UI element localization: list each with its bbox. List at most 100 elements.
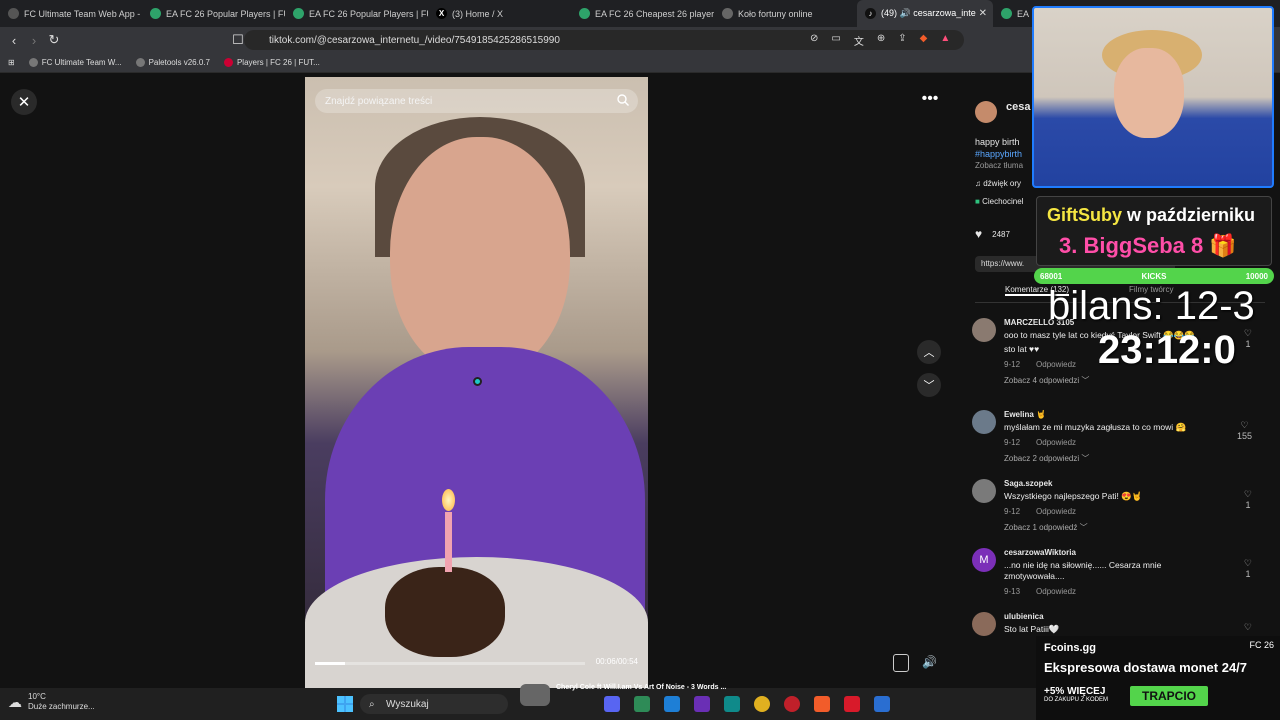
post-caption: happy birth #happybirth Zobacz tłuma ♫ d…	[975, 136, 1023, 208]
reply-button[interactable]: Odpowiedz	[1036, 507, 1076, 516]
comment-date: 9-12	[1004, 438, 1021, 447]
author-block[interactable]: cesa	[975, 101, 1030, 126]
view-replies-button[interactable]: Zobacz 4 odpowiedzi ﹀	[1004, 375, 1262, 386]
comment-like-button[interactable]: ♡ 1	[1244, 489, 1252, 510]
comment-like-count: 1	[1245, 339, 1251, 349]
chrome-icon[interactable]	[754, 696, 770, 712]
comment-like-button[interactable]: ♡ 1	[1244, 328, 1252, 349]
bookmark-players[interactable]: Players | FC 26 | FUT...	[223, 58, 320, 67]
opera-icon[interactable]	[784, 696, 800, 712]
ad-headline: Ekspresowa dostawa monet 24/7	[1044, 660, 1248, 675]
tab-close-icon[interactable]: ✕	[979, 8, 987, 19]
tab-kolo-fortuny[interactable]: Koło fortuny online	[714, 0, 857, 27]
music-note-icon: ♫	[975, 179, 984, 188]
view-replies-label: Zobacz 2 odpowiedzi	[1004, 454, 1080, 463]
tiktok-icon: ♪	[865, 8, 876, 19]
location-row[interactable]: ■ Ciechocinel	[975, 196, 1023, 208]
next-video-button[interactable]: ﹀	[917, 373, 941, 397]
vivaldi-icon[interactable]	[844, 696, 860, 712]
sound-row[interactable]: ♫ dźwięk ory	[975, 178, 1023, 190]
apps-icon[interactable]: ⊞	[8, 58, 15, 67]
photos-icon[interactable]	[874, 696, 890, 712]
now-playing-widget[interactable]: Cheryl Cole ft Will.I.am Vs Art Of Noise…	[520, 680, 740, 710]
volume-icon[interactable]: 🔊	[922, 655, 937, 669]
forward-icon[interactable]: ›	[24, 33, 44, 48]
caption-hashtag[interactable]: #happybirth	[975, 148, 1023, 160]
comment-item: ulubienica Sto lat Patiii🤍 ♡	[972, 612, 1262, 636]
tab-ea-popular-1[interactable]: EA FC 26 Popular Players | FUT	[142, 0, 285, 27]
comment-like-button[interactable]: ♡ 155	[1237, 420, 1252, 441]
tab-fc-web-app[interactable]: FC Ultimate Team Web App - E	[0, 0, 142, 27]
comment-item: Ewelina 🤘 myślałam ze mi muzyka zagłusza…	[972, 410, 1262, 464]
brave-icon[interactable]	[814, 696, 830, 712]
author-avatar[interactable]	[975, 101, 997, 123]
zoom-icon[interactable]: ⊕	[877, 33, 885, 48]
close-video-button[interactable]: ✕	[11, 89, 37, 115]
brave-shield-icon[interactable]: ◆	[920, 33, 928, 48]
reply-button[interactable]: Odpowiedz	[1036, 587, 1076, 596]
bookmark-paletools[interactable]: Paletools v26.0.7	[135, 58, 210, 67]
comment-like-button[interactable]: ♡ 1	[1244, 558, 1252, 579]
comment-author[interactable]: cesarzowaWiktoria	[1004, 548, 1262, 557]
comment-avatar[interactable]	[972, 318, 996, 342]
previous-video-button[interactable]: ︿	[917, 340, 941, 364]
tab-ea[interactable]: EA	[993, 0, 1033, 27]
back-icon[interactable]: ‹	[4, 33, 24, 48]
tab-ea-cheapest[interactable]: EA FC 26 Cheapest 26 players	[571, 0, 714, 27]
fcoins-ad[interactable]: Fcoins.gg FC 26 Ekspresowa dostawa monet…	[1036, 636, 1280, 720]
gift-rank: 3. BiggSeba 8 🎁	[1059, 233, 1237, 258]
translate-link[interactable]: Zobacz tłuma	[975, 160, 1023, 172]
comment-like-button[interactable]: ♡	[1244, 622, 1252, 633]
view-replies-button[interactable]: Zobacz 1 odpowiedź ﹀	[1004, 522, 1262, 533]
search-icon[interactable]	[616, 93, 630, 107]
ad-code-button[interactable]: TRAPCIO	[1130, 686, 1208, 706]
view-replies-button[interactable]: Zobacz 2 odpowiedzi ﹀	[1004, 453, 1262, 464]
tab-ea-popular-2[interactable]: EA FC 26 Popular Players | FUT	[285, 0, 428, 27]
comment-avatar[interactable]: M	[972, 548, 996, 572]
author-name[interactable]: cesa	[1006, 101, 1030, 113]
related-search-input[interactable]: Znajdź powiązane treści	[315, 89, 638, 113]
bookmark-favicon	[135, 58, 145, 67]
bookmark-fc-web[interactable]: FC Ultimate Team W...	[28, 58, 122, 67]
reply-button[interactable]: Odpowiedz	[1036, 438, 1076, 447]
tab-tiktok-active[interactable]: ♪ (49) 🔊 cesarzowa_inte ✕	[857, 0, 993, 27]
reload-icon[interactable]: ↻	[44, 32, 64, 48]
copy-link-text: https://www.	[981, 259, 1025, 268]
gift-month: w październiku	[1127, 205, 1256, 225]
more-options-icon[interactable]: •••	[918, 90, 942, 110]
video-progress-bar[interactable]	[315, 662, 585, 665]
translate-icon[interactable]: 文	[854, 33, 864, 48]
tab-label: (3) Home / X	[452, 8, 504, 19]
bookmark-label: Players | FC 26 | FUT...	[236, 58, 320, 67]
comment-avatar[interactable]	[972, 479, 996, 503]
comment-author[interactable]: Ewelina 🤘	[1004, 410, 1262, 419]
weather-widget[interactable]: ☁ 10°C Duże zachmurze...	[8, 692, 95, 712]
ad-game: FC 26	[1249, 640, 1274, 650]
comment-avatar[interactable]	[972, 410, 996, 434]
comment-author[interactable]: ulubienica	[1004, 612, 1262, 621]
address-url[interactable]: tiktok.com/@cesarzowa_internetu_/video/7…	[269, 35, 560, 46]
comment-avatar[interactable]	[972, 612, 996, 636]
like-icon[interactable]: ♥	[975, 227, 982, 241]
bookmark-label: Paletools v26.0.7	[148, 58, 210, 67]
reply-button[interactable]: Odpowiedz	[1036, 360, 1076, 369]
comment-author[interactable]: Saga.szopek	[1004, 479, 1262, 488]
share-icon[interactable]: ⇪	[898, 33, 906, 48]
cast-icon[interactable]: ▭	[831, 33, 840, 48]
taskbar-search[interactable]: ⌕ Wyszukaj	[360, 694, 508, 714]
start-button-icon[interactable]	[337, 696, 353, 712]
brave-rewards-icon[interactable]: ▲	[940, 33, 950, 48]
eye-off-icon[interactable]: ⊘	[810, 33, 818, 48]
tab-favicon	[150, 8, 161, 19]
cursor-dot	[473, 377, 482, 386]
tab-favicon	[722, 8, 733, 19]
tab-x-home[interactable]: X (3) Home / X	[428, 0, 571, 27]
pip-icon[interactable]	[893, 654, 909, 672]
view-replies-label: Zobacz 1 odpowiedź	[1004, 523, 1078, 532]
video-player[interactable]: Znajdź powiązane treści 00:06/00:54	[305, 77, 648, 688]
kicks-label: KICKS	[1141, 271, 1167, 281]
location-label: Ciechocinel	[982, 197, 1024, 206]
cloud-icon: ☁	[8, 694, 22, 710]
bookmark-label: FC Ultimate Team W...	[41, 58, 122, 67]
video-frame-face	[390, 137, 570, 377]
